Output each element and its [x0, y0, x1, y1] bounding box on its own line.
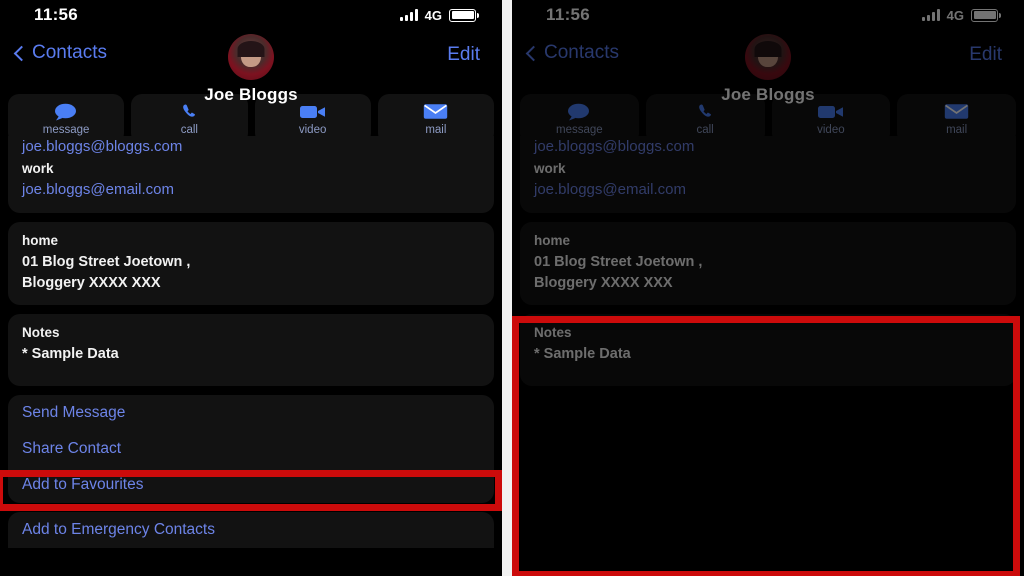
notes-value: * Sample Data [534, 345, 631, 362]
email-work-label: work [22, 160, 54, 176]
status-clock: 11:56 [34, 5, 79, 24]
page-title: Joe Bloggs [204, 85, 298, 104]
avatar [228, 34, 274, 80]
address-label: home [22, 232, 59, 248]
address-card[interactable]: home 01 Blog Street Joetown , Bloggery X… [8, 221, 494, 305]
quick-action-label: message [42, 124, 90, 136]
address-card: home 01 Blog Street Joetown , Bloggery X… [520, 221, 1016, 305]
email-card-clipped: joe.bloggs@bloggs.com work joe.bloggs@em… [520, 136, 1016, 213]
network-type-label: 4G [946, 7, 964, 23]
left-screen-contact-detail: 11:56 4G Contacts Joe Bloggs Edit messag… [0, 0, 502, 576]
dimmed-background-screen: 11:56 4G Contacts Joe Bloggs Edit messag… [512, 0, 1024, 386]
address-line-1: 01 Blog Street Joetown , [534, 253, 703, 270]
add-to-favourites-link[interactable]: Add to Favourites [8, 467, 494, 503]
right-screen-share-sheet: 11:56 4G Contacts Joe Bloggs Edit messag… [512, 0, 1024, 576]
detail-cards: joe.bloggs@bloggs.com work joe.bloggs@em… [0, 136, 502, 548]
quick-action-label: message [556, 124, 603, 136]
quick-action-label: mail [946, 124, 968, 136]
emergency-links-card: Add to Emergency Contacts [8, 511, 494, 548]
status-indicators: 4G [921, 7, 1001, 23]
add-to-emergency-contacts-link[interactable]: Add to Emergency Contacts [8, 512, 494, 548]
notes-card: Notes * Sample Data [520, 313, 1016, 386]
contact-header: Joe Bloggs [0, 34, 502, 105]
notes-card[interactable]: Notes * Sample Data [8, 313, 494, 386]
contact-header: Joe Bloggs [512, 34, 1024, 105]
nav-bar: Contacts Joe Bloggs Edit [512, 30, 1024, 104]
address-line-2: Bloggery XXXX XXX [22, 274, 161, 291]
notes-value: * Sample Data [22, 345, 119, 362]
quick-action-label: video [817, 124, 845, 136]
signal-bars-icon [921, 9, 940, 21]
network-type-label: 4G [424, 7, 442, 23]
notes-label: Notes [22, 324, 60, 340]
panel-divider [502, 0, 512, 576]
status-bar: 11:56 4G [512, 0, 1024, 30]
address-label: home [534, 232, 571, 248]
signal-bars-icon [399, 9, 418, 21]
status-bar: 11:56 4G [0, 0, 502, 30]
email-work-value: joe.bloggs@email.com [534, 181, 686, 199]
address-line-2: Bloggery XXXX XXX [534, 274, 673, 291]
share-contact-link[interactable]: Share Contact [8, 431, 494, 467]
email-work-value: joe.bloggs@email.com [22, 181, 174, 199]
address-line-1: 01 Blog Street Joetown , [22, 253, 191, 270]
avatar [745, 34, 791, 80]
quick-action-label: video [298, 124, 327, 136]
notes-label: Notes [534, 324, 572, 340]
quick-action-label: call [180, 124, 198, 136]
status-clock: 11:56 [546, 5, 591, 24]
send-message-link[interactable]: Send Message [8, 395, 494, 431]
quick-action-label: call [696, 124, 714, 136]
email-value-clipped: joe.bloggs@bloggs.com [22, 138, 183, 155]
battery-icon [449, 8, 479, 22]
screenshot-stage: 11:56 4G Contacts Joe Bloggs Edit messag… [0, 0, 1024, 576]
email-work-label: work [534, 160, 566, 176]
quick-action-label: mail [425, 124, 447, 136]
edit-button: Edit [969, 44, 1002, 65]
page-title: Joe Bloggs [721, 85, 815, 104]
battery-icon [971, 8, 1001, 22]
nav-bar: Contacts Joe Bloggs Edit [0, 30, 502, 104]
email-value-clipped: joe.bloggs@bloggs.com [534, 138, 695, 155]
status-indicators: 4G [399, 7, 479, 23]
action-links-card: Send Message Share Contact Add to Favour… [8, 394, 494, 503]
detail-cards: joe.bloggs@bloggs.com work joe.bloggs@em… [512, 136, 1024, 386]
edit-button[interactable]: Edit [447, 44, 480, 66]
email-card-clipped[interactable]: joe.bloggs@bloggs.com work joe.bloggs@em… [8, 136, 494, 213]
